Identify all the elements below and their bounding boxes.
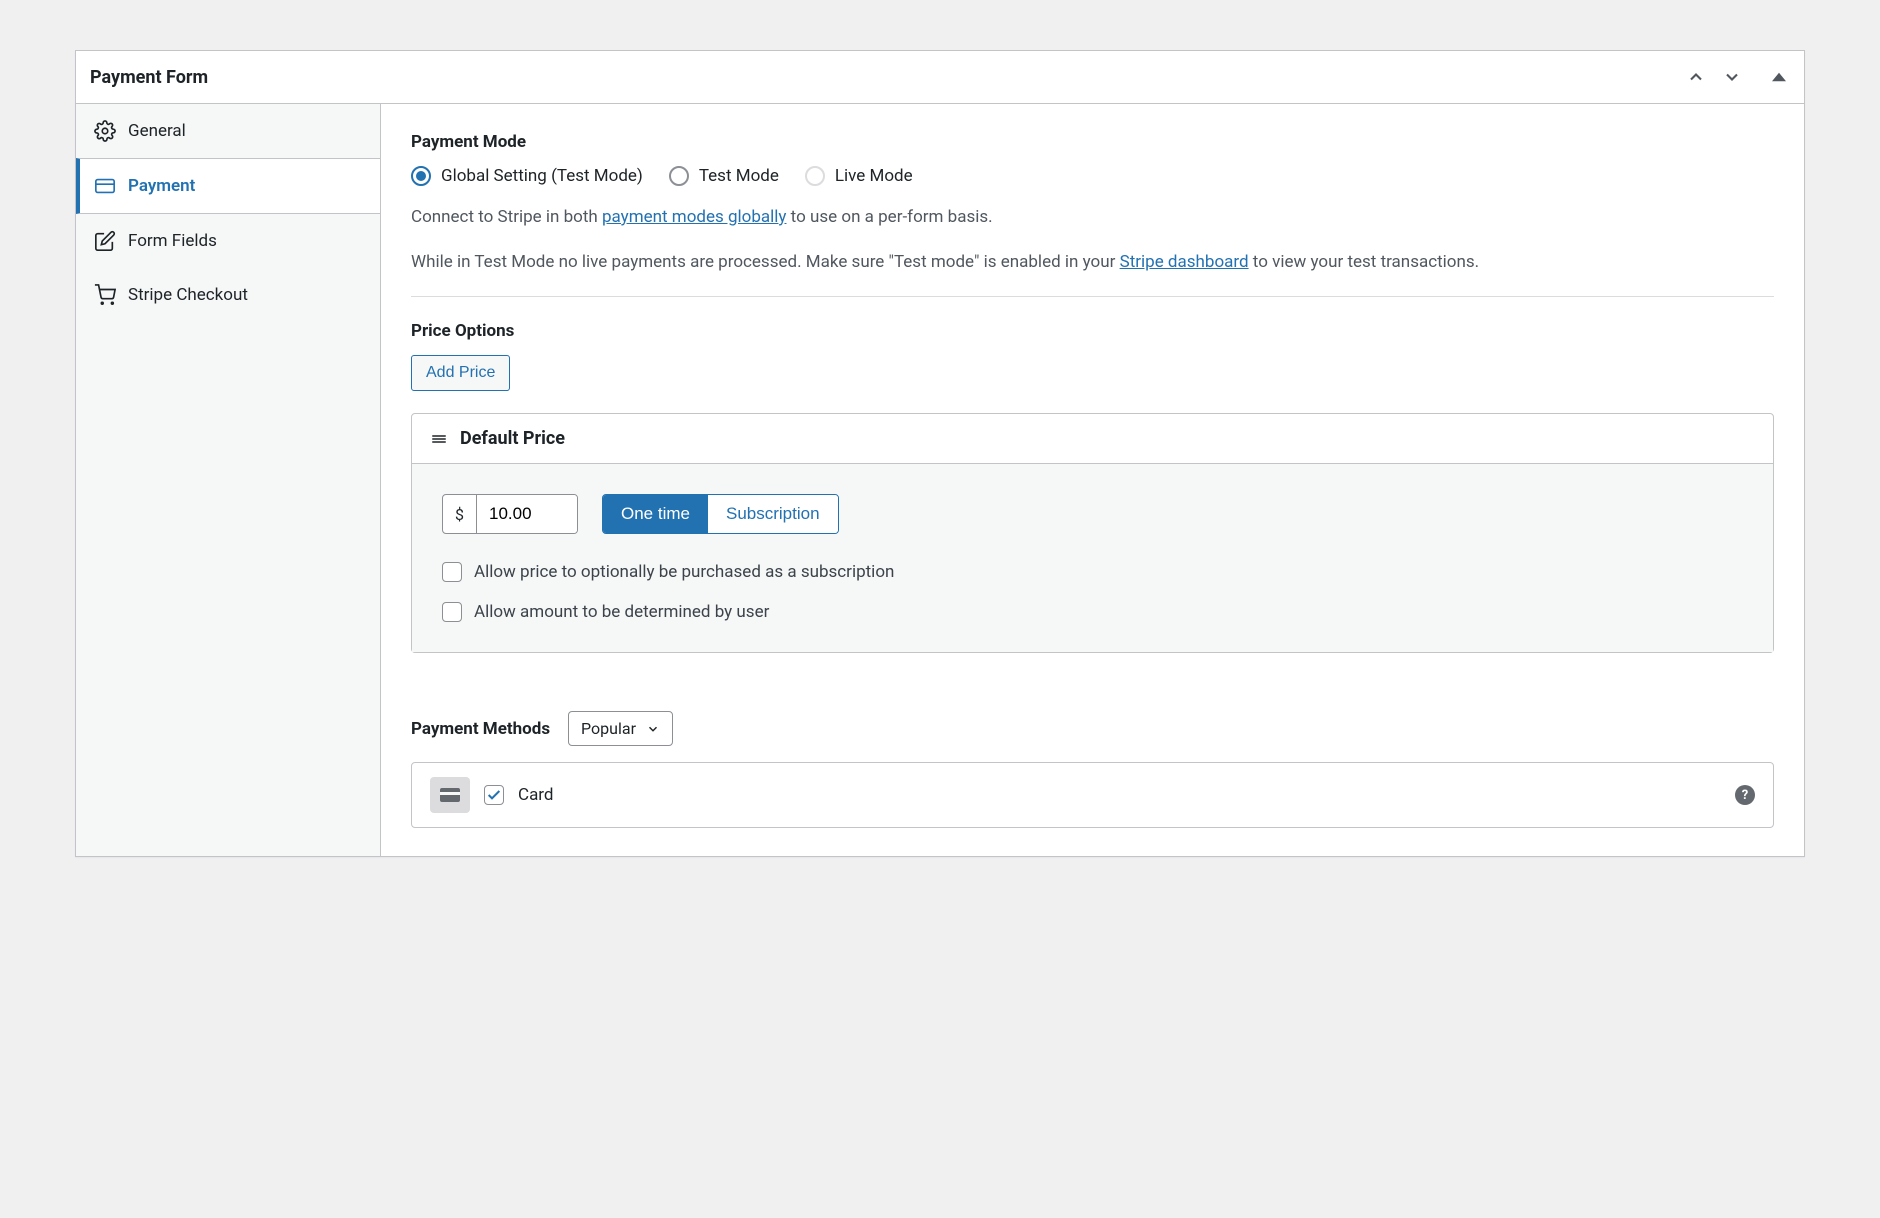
link-payment-modes-globally[interactable]: payment modes globally — [602, 207, 786, 227]
sidebar-item-label: Stripe Checkout — [128, 285, 248, 305]
payment-methods-label: Payment Methods — [411, 719, 550, 739]
help-text-connect: Connect to Stripe in both payment modes … — [411, 204, 1774, 231]
sidebar-item-form-fields[interactable]: Form Fields — [76, 214, 380, 268]
price-card-title: Default Price — [460, 428, 565, 449]
radio-global-setting[interactable]: Global Setting (Test Mode) — [411, 166, 643, 186]
help-text-test-mode: While in Test Mode no live payments are … — [411, 249, 1774, 276]
help-icon[interactable]: ? — [1735, 785, 1755, 805]
default-price-card: Default Price $ One time Subscription — [411, 413, 1774, 653]
price-options-label: Price Options — [411, 321, 1774, 341]
link-stripe-dashboard[interactable]: Stripe dashboard — [1120, 252, 1249, 272]
toggle-one-time[interactable]: One time — [603, 495, 708, 533]
radio-label: Global Setting (Test Mode) — [441, 166, 643, 186]
sidebar-item-label: Payment — [128, 176, 195, 196]
payment-mode-label: Payment Mode — [411, 132, 1774, 152]
check-icon — [486, 787, 502, 803]
toggle-panel-button[interactable] — [1768, 66, 1790, 88]
checkbox-icon — [442, 602, 462, 622]
metabox-title: Payment Form — [90, 67, 208, 88]
sidebar-item-general[interactable]: General — [76, 104, 380, 159]
metabox-body: General Payment Form Fields Stripe Check… — [76, 104, 1804, 856]
sidebar-item-label: Form Fields — [128, 231, 217, 251]
currency-prefix: $ — [443, 495, 477, 533]
payment-mode-radio-group: Global Setting (Test Mode) Test Mode Liv… — [411, 166, 1774, 186]
price-input-group: $ — [442, 494, 578, 534]
radio-live-mode[interactable]: Live Mode — [805, 166, 913, 186]
radio-icon — [805, 166, 825, 186]
payment-form-metabox: Payment Form General — [75, 50, 1805, 857]
radio-label: Live Mode — [835, 166, 913, 186]
card-icon — [94, 175, 116, 197]
gear-icon — [94, 120, 116, 142]
radio-test-mode[interactable]: Test Mode — [669, 166, 779, 186]
price-card-header[interactable]: Default Price — [412, 414, 1773, 464]
select-value: Popular — [581, 719, 636, 738]
chevron-down-icon — [1722, 67, 1742, 87]
caret-up-icon — [1772, 70, 1786, 84]
drag-handle-icon — [430, 430, 448, 448]
move-up-button[interactable] — [1682, 63, 1710, 91]
payment-methods-header: Payment Methods Popular — [411, 711, 1774, 746]
divider — [411, 296, 1774, 297]
radio-icon — [669, 166, 689, 186]
checkbox-user-amount[interactable]: Allow amount to be determined by user — [442, 602, 1743, 622]
cart-icon — [94, 284, 116, 306]
price-row: $ One time Subscription — [442, 494, 1743, 534]
radio-label: Test Mode — [699, 166, 779, 186]
sidebar-item-label: General — [128, 121, 186, 141]
card-icon-box — [430, 777, 470, 813]
radio-icon — [411, 166, 431, 186]
main-panel: Payment Mode Global Setting (Test Mode) … — [381, 104, 1804, 856]
checkbox-label: Allow price to optionally be purchased a… — [474, 562, 894, 582]
price-card-body: $ One time Subscription Allow price to o… — [412, 464, 1773, 652]
payment-methods-filter-select[interactable]: Popular — [568, 711, 673, 746]
settings-sidebar: General Payment Form Fields Stripe Check… — [76, 104, 381, 856]
price-type-toggle: One time Subscription — [602, 494, 839, 534]
toggle-subscription[interactable]: Subscription — [708, 495, 838, 533]
move-down-button[interactable] — [1718, 63, 1746, 91]
checkbox-optional-subscription[interactable]: Allow price to optionally be purchased a… — [442, 562, 1743, 582]
chevron-down-icon — [646, 722, 660, 736]
metabox-header: Payment Form — [76, 51, 1804, 104]
checkbox-label: Allow amount to be determined by user — [474, 602, 769, 622]
header-controls — [1682, 63, 1790, 91]
add-price-button[interactable]: Add Price — [411, 355, 510, 391]
sidebar-item-stripe-checkout[interactable]: Stripe Checkout — [76, 268, 380, 322]
price-amount-input[interactable] — [477, 495, 577, 533]
checkbox-icon — [442, 562, 462, 582]
chevron-up-icon — [1686, 67, 1706, 87]
payment-method-label: Card — [518, 785, 554, 805]
payment-method-card[interactable]: Card ? — [411, 762, 1774, 828]
payment-method-checkbox[interactable] — [484, 785, 504, 805]
edit-icon — [94, 230, 116, 252]
card-icon — [438, 783, 462, 807]
sidebar-item-payment[interactable]: Payment — [76, 158, 380, 214]
